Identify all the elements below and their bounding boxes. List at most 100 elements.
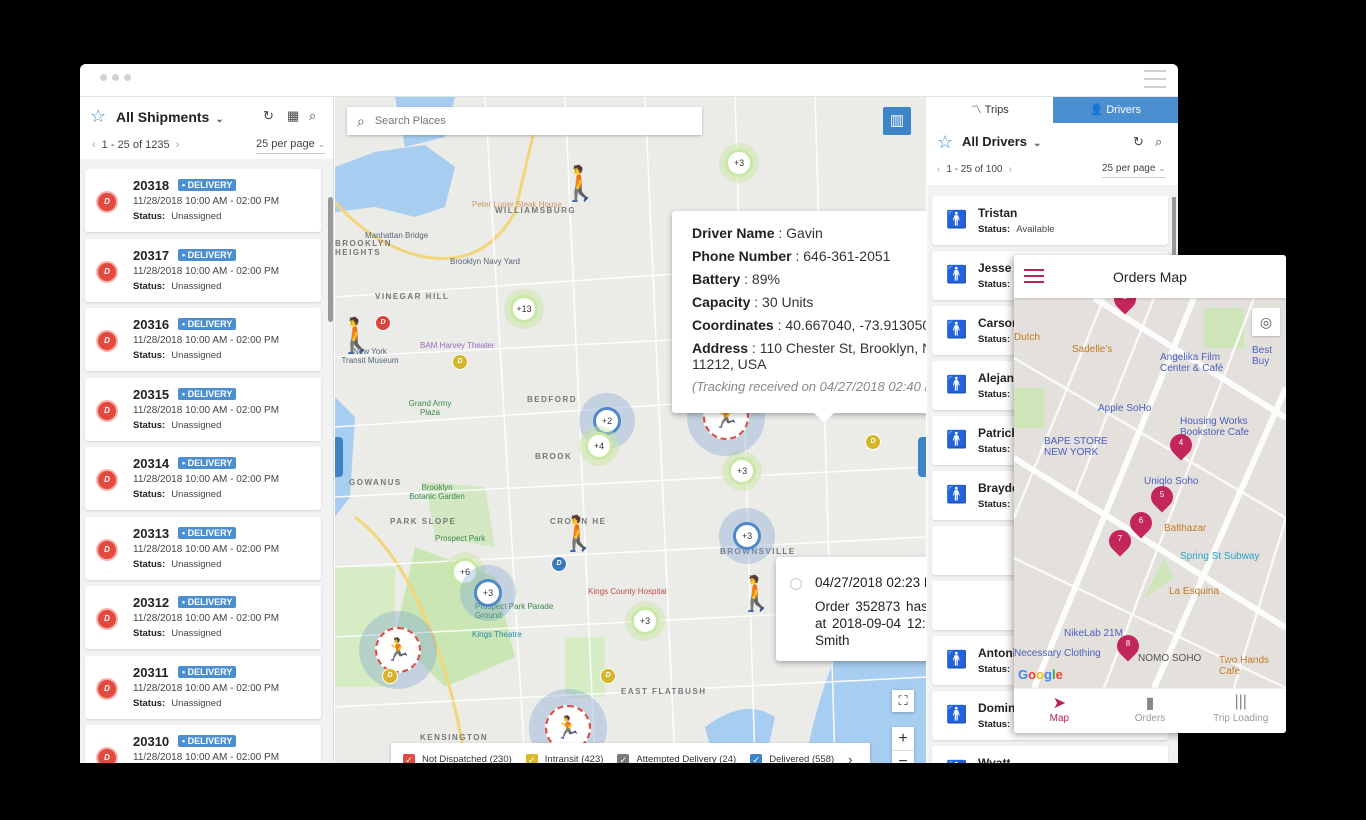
legend-item[interactable]: ✓ Intransit (423) [525, 753, 603, 763]
map-cluster[interactable]: +13 [510, 295, 538, 323]
legend-next-icon[interactable]: › [848, 752, 852, 763]
shipment-card[interactable]: D 20313 • DELIVERY 11/28/2018 10:00 AM - 02… [85, 516, 321, 580]
order-map-pin[interactable]: 8 [1112, 630, 1144, 665]
order-pin[interactable]: D [452, 354, 468, 370]
per-page-select[interactable]: 25 per page ⌄ [1102, 163, 1166, 178]
drivers-filter-dropdown[interactable]: All Drivers ⌄ [962, 134, 1041, 149]
checkbox-icon[interactable]: ✓ [617, 753, 630, 763]
per-page-select[interactable]: 25 per page ⌄ [256, 138, 326, 154]
map-view[interactable]: WILLIAMSBURG VINEGAR HILL BROOKLYN HEIGH… [335, 97, 926, 763]
refresh-icon[interactable]: ↻ [1133, 134, 1144, 150]
window-dot[interactable] [124, 74, 131, 81]
walking-driver-marker[interactable]: 🏃 [375, 627, 421, 673]
order-pin[interactable]: D [600, 668, 616, 684]
order-pin[interactable]: D [382, 668, 398, 684]
map-layers-button[interactable]: ▥ [883, 107, 911, 135]
crosshair-icon: ◎ [1259, 314, 1273, 330]
shipment-card[interactable]: D 20312 • DELIVERY 11/28/2018 10:00 AM - 02… [85, 586, 321, 649]
prev-page-icon[interactable]: ‹ [937, 164, 940, 175]
search-icon[interactable]: ⌕ [1155, 134, 1162, 150]
shipments-filter-dropdown[interactable]: All Shipments ⌄ [116, 109, 224, 125]
delivery-status-badge: D [96, 608, 118, 630]
legend-item[interactable]: ✓ Not Dispatched (230) [403, 753, 512, 763]
shipment-card[interactable]: D 20315 • DELIVERY 11/28/2018 10:00 AM - 02… [85, 377, 321, 441]
tab-drivers[interactable]: 👤 Drivers [1052, 97, 1178, 128]
driver-person-icon: 🚹 [946, 650, 968, 669]
fullscreen-button[interactable]: ⛶ [892, 690, 914, 712]
mobile-map[interactable]: ◎ Dutch Sadelle's Angelika Film Center &… [1014, 298, 1286, 688]
order-map-pin[interactable]: 6 [1125, 507, 1157, 542]
order-map-pin[interactable]: 5 [1146, 481, 1178, 516]
shipment-id: 20314 [133, 456, 170, 471]
next-page-icon[interactable]: › [1009, 164, 1012, 175]
search-icon: ⌕ [357, 112, 365, 129]
order-map-pin[interactable]: 7 [1104, 525, 1136, 560]
star-icon[interactable]: ☆ [937, 132, 953, 153]
shipment-card[interactable]: D 20318 • DELIVERY 11/28/2018 10:00 AM - 02… [85, 169, 321, 232]
driver-person-icon[interactable]: 🚶 [557, 517, 599, 551]
driver-person-icon[interactable]: 🚶 [735, 577, 777, 611]
order-map-pin[interactable]: 4 [1165, 429, 1197, 464]
driver-info-row: Phone Number : 646-361-2051 [692, 248, 891, 264]
shipment-status: Status: Unassigned [133, 628, 222, 639]
map-cluster[interactable]: +2 [593, 407, 621, 435]
star-icon[interactable]: ☆ [90, 106, 106, 127]
next-page-icon[interactable]: › [176, 139, 180, 151]
order-pin[interactable]: D [375, 315, 391, 331]
driver-person-icon[interactable]: 🚶 [335, 319, 377, 353]
search-icon[interactable]: ⌕ [309, 108, 316, 124]
scrollbar[interactable] [1172, 197, 1176, 257]
driver-person-icon: 🚹 [946, 485, 968, 504]
notification-radio[interactable] [790, 578, 802, 590]
locate-me-button[interactable]: ◎ [1252, 308, 1280, 336]
order-pin[interactable]: D [865, 434, 881, 450]
map-cluster[interactable]: +3 [725, 149, 753, 177]
map-cluster[interactable]: +3 [474, 579, 502, 607]
tracking-timestamp: (Tracking received on 04/27/2018 02:40 P… [692, 379, 926, 394]
shipments-title: All Shipments [116, 109, 210, 125]
refresh-icon[interactable]: ↻ [263, 108, 274, 124]
map-cluster[interactable]: +4 [585, 432, 613, 460]
shipment-card[interactable]: D 20311 • DELIVERY 11/28/2018 10:00 AM - 02… [85, 655, 321, 719]
driver-card[interactable]: 🚹 Tristan Status: Available [932, 196, 1168, 245]
shipment-card[interactable]: D 20317 • DELIVERY 11/28/2018 10:00 AM - 02… [85, 238, 321, 302]
shipments-panel: ☆ All Shipments ⌄ ↻ ▦ ⌕ ‹ 1 - 25 of 1235 › … [80, 97, 334, 763]
map-cluster[interactable]: +3 [733, 522, 761, 550]
checkbox-icon[interactable]: ✓ [750, 753, 763, 763]
mobile-nav-trip-loading[interactable]: ||| Trip Loading [1195, 689, 1286, 733]
map-cluster[interactable]: +3 [631, 607, 659, 635]
shipment-card[interactable]: D 20314 • DELIVERY 11/28/2018 10:00 AM - 02… [85, 447, 321, 510]
calendar-icon[interactable]: ▦ [287, 108, 299, 124]
shipment-card[interactable]: D 20316 • DELIVERY 11/28/2018 10:00 AM - 02… [85, 308, 321, 371]
collapse-right-panel-handle[interactable] [918, 437, 926, 477]
map-cluster[interactable]: +6 [451, 558, 479, 586]
shipment-card[interactable]: D 20310 • DELIVERY 11/28/2018 10:00 AM - 02… [85, 725, 321, 763]
order-map-pin[interactable]: 3 [1109, 298, 1141, 318]
driver-card[interactable]: 🚹 Wyatt [932, 746, 1168, 763]
zoom-out-button[interactable]: − [892, 751, 914, 763]
mobile-nav-map[interactable]: ➤ Map [1014, 689, 1105, 733]
driver-status [978, 609, 984, 620]
driver-person-icon: 🚹 [946, 375, 968, 394]
driver-person-icon[interactable]: 🚶 [559, 167, 601, 201]
notification-time: 04/27/2018 02:23 PM [815, 575, 926, 590]
prev-page-icon[interactable]: ‹ [92, 139, 96, 151]
search-places-input[interactable] [374, 115, 675, 127]
scrollbar[interactable] [328, 197, 333, 322]
legend-item[interactable]: ✓ Attempted Delivery (24) [617, 753, 736, 763]
zoom-in-button[interactable]: + [892, 727, 914, 751]
fullscreen-icon: ⛶ [898, 693, 908, 708]
order-pin[interactable]: D [551, 556, 567, 572]
tab-trips[interactable]: 〽 Trips [927, 97, 1053, 123]
collapse-left-panel-handle[interactable] [335, 437, 343, 477]
window-dot[interactable] [112, 74, 119, 81]
checkbox-icon[interactable]: ✓ [403, 753, 415, 763]
map-cluster[interactable]: +3 [728, 457, 756, 485]
legend-item[interactable]: ✓ Delivered (558) [750, 753, 834, 763]
driver-person-icon: 🚹 [946, 760, 967, 763]
window-dot[interactable] [100, 74, 107, 81]
checkbox-icon[interactable]: ✓ [525, 753, 538, 763]
poi-label: Two Hands Cafe [1219, 655, 1270, 677]
mobile-nav-orders[interactable]: ▮ Orders [1105, 689, 1196, 733]
hamburger-icon[interactable] [1144, 70, 1166, 88]
